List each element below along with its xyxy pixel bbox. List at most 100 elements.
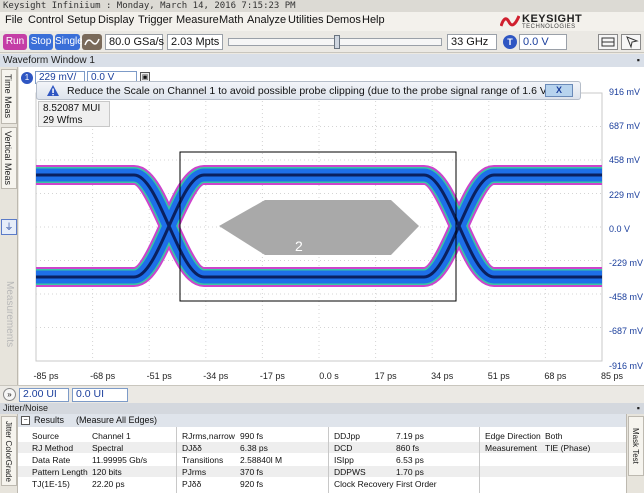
sample-rate-field[interactable]: 80.0 GSa/s xyxy=(105,34,164,50)
menu-help[interactable]: Help xyxy=(362,14,385,26)
y-axis-label: 458 mV xyxy=(609,155,641,166)
results-header: − Results (Measure All Edges) xyxy=(18,414,626,427)
result-key: Transitions xyxy=(182,455,224,465)
brand-sub: TECHNOLOGIES xyxy=(522,24,576,30)
menu-setup[interactable]: Setup xyxy=(67,14,96,26)
results-table: Source Channel 1 RJ Method Spectral Data Rat… xyxy=(18,427,626,493)
tab-jitter-colorgrade[interactable]: Jitter ColorGrade xyxy=(1,416,17,486)
menu-file[interactable]: File xyxy=(5,14,23,26)
warning-close-button[interactable]: X xyxy=(545,84,573,97)
result-key: Pattern Length xyxy=(32,467,88,477)
menu-trigger[interactable]: Trigger xyxy=(138,14,172,26)
result-key: DDJpp xyxy=(334,431,360,441)
warning-banner: Reduce the Scale on Channel 1 to avoid p… xyxy=(36,81,581,100)
x-axis-label: 68 ps xyxy=(544,371,567,381)
tab-time-meas[interactable]: Time Meas xyxy=(1,69,17,124)
channel-ground-marker[interactable]: ⏚ xyxy=(1,219,17,235)
display-grid-button[interactable] xyxy=(598,34,618,50)
result-value: 370 fs xyxy=(240,467,264,477)
waveform-window-title: Waveform Window 1 ▪ xyxy=(0,54,644,67)
waveform-count: 29 Wfms xyxy=(43,115,83,126)
result-value: 22.20 ps xyxy=(92,479,125,489)
result-value: TIE (Phase) xyxy=(545,443,591,453)
result-key: PJrms xyxy=(182,467,207,477)
grid-icon xyxy=(601,37,615,47)
result-key: TJ(1E-15) xyxy=(32,479,70,489)
result-key: PJδδ xyxy=(182,479,202,489)
stop-button[interactable]: Stop xyxy=(29,34,53,50)
y-axis-label: -916 mV xyxy=(609,360,644,371)
x-axis-label: -51 ps xyxy=(146,371,172,381)
single-button[interactable]: Single xyxy=(55,34,83,50)
tab-vertical-meas[interactable]: Vertical Meas xyxy=(1,127,17,189)
y-axis-label: -229 mV xyxy=(609,258,644,268)
y-axis-label: 0.0 V xyxy=(609,223,631,234)
result-value: 120 bits xyxy=(92,467,122,477)
bandwidth-slider[interactable] xyxy=(228,35,442,49)
jitter-panel-label: Jitter/Noise xyxy=(3,403,49,413)
toolbar: Run Stop Single 80.0 GSa/s 2.03 Mpts 33 … xyxy=(0,31,644,53)
menu-math[interactable]: Math xyxy=(219,14,243,26)
x-axis-label: 34 ps xyxy=(431,371,454,381)
menu-utilities[interactable]: Utilities xyxy=(288,14,323,26)
result-key: RJ Method xyxy=(32,443,74,453)
menu-display[interactable]: Display xyxy=(98,14,134,26)
bandwidth-field[interactable]: 33 GHz xyxy=(447,34,497,50)
menu-control[interactable]: Control xyxy=(28,14,63,26)
horizontal-controls: » 2.00 UI 0.0 UI xyxy=(0,385,644,403)
x-axis-label: 51 ps xyxy=(487,371,510,381)
tab-mask-test[interactable]: Mask Test xyxy=(628,416,644,476)
horizontal-expand-icon[interactable]: » xyxy=(3,388,16,401)
menu-measure[interactable]: Measure xyxy=(176,14,219,26)
window-menu-icon[interactable]: ▪ xyxy=(637,54,640,67)
touch-button[interactable] xyxy=(621,34,641,50)
x-axis-label: -85 ps xyxy=(33,371,59,381)
waveform-display[interactable]: 2 916 mV 687 mV 458 mV 229 mV 0.0 V -229 mV -4… xyxy=(19,67,644,385)
result-value: Spectral xyxy=(92,443,124,453)
trigger-level-field[interactable]: 0.0 V xyxy=(519,34,567,50)
window-title-bar: Keysight Infiniium : Monday, March 14, 2… xyxy=(0,0,644,12)
result-key: DJδδ xyxy=(182,443,202,453)
menu-demos[interactable]: Demos xyxy=(326,14,361,26)
side-tab-panel: Time Meas Vertical Meas ⏚ Measurements xyxy=(0,67,18,385)
acquisition-readout: 8.52087 MUI 29 Wfms xyxy=(38,101,110,127)
mask-polygon[interactable] xyxy=(219,200,419,255)
results-collapse-icon[interactable]: − xyxy=(21,416,30,425)
result-value: 990 fs xyxy=(240,431,264,441)
trigger-icon[interactable]: T xyxy=(503,35,517,49)
warning-text: Reduce the Scale on Channel 1 to avoid p… xyxy=(67,85,554,97)
result-key: DDPWS xyxy=(334,467,366,477)
result-key: Source xyxy=(32,431,59,441)
tab-measurements[interactable]: Measurements xyxy=(1,267,17,362)
slider-handle[interactable] xyxy=(334,35,340,49)
horizontal-scale-field[interactable]: 2.00 UI xyxy=(19,388,69,402)
x-axis-label: 0.0 s xyxy=(319,371,339,381)
right-side-tab-panel: Mask Test xyxy=(626,414,644,493)
result-value: Channel 1 xyxy=(92,431,131,441)
result-value: 6.38 ps xyxy=(240,443,268,453)
touch-icon xyxy=(626,36,639,49)
result-key: Data Rate xyxy=(32,455,71,465)
keysight-logo: KEYSIGHT TECHNOLOGIES xyxy=(500,13,640,31)
horizontal-position-field[interactable]: 0.0 UI xyxy=(72,388,128,402)
menu-bar: File Control Setup Display Trigger Measu… xyxy=(0,12,644,31)
column-separator xyxy=(479,427,480,493)
x-axis-label: -68 ps xyxy=(90,371,116,381)
run-button[interactable]: Run xyxy=(3,34,27,50)
y-axis-label: -458 mV xyxy=(609,292,644,303)
warning-triangle-icon xyxy=(47,85,59,96)
memory-depth-field[interactable]: 2.03 Mpts xyxy=(167,34,223,50)
result-value: 2.58840l M xyxy=(240,455,283,465)
channel-1-icon[interactable]: 1 xyxy=(21,72,33,84)
result-key: Clock Recovery xyxy=(334,479,394,489)
mask-label: 2 xyxy=(295,238,303,254)
result-value: Both xyxy=(545,431,563,441)
panel-menu-icon[interactable]: ▪ xyxy=(637,403,640,414)
autoscale-button[interactable] xyxy=(82,34,102,50)
result-value: 11.99995 Gb/s xyxy=(92,455,148,465)
x-axis-label: -17 ps xyxy=(259,371,285,381)
x-axis-label: 17 ps xyxy=(374,371,397,381)
menu-analyze[interactable]: Analyze xyxy=(247,14,286,26)
result-value: 7.19 ps xyxy=(396,431,424,441)
ground-marker-icon: ⏚ xyxy=(4,222,14,232)
